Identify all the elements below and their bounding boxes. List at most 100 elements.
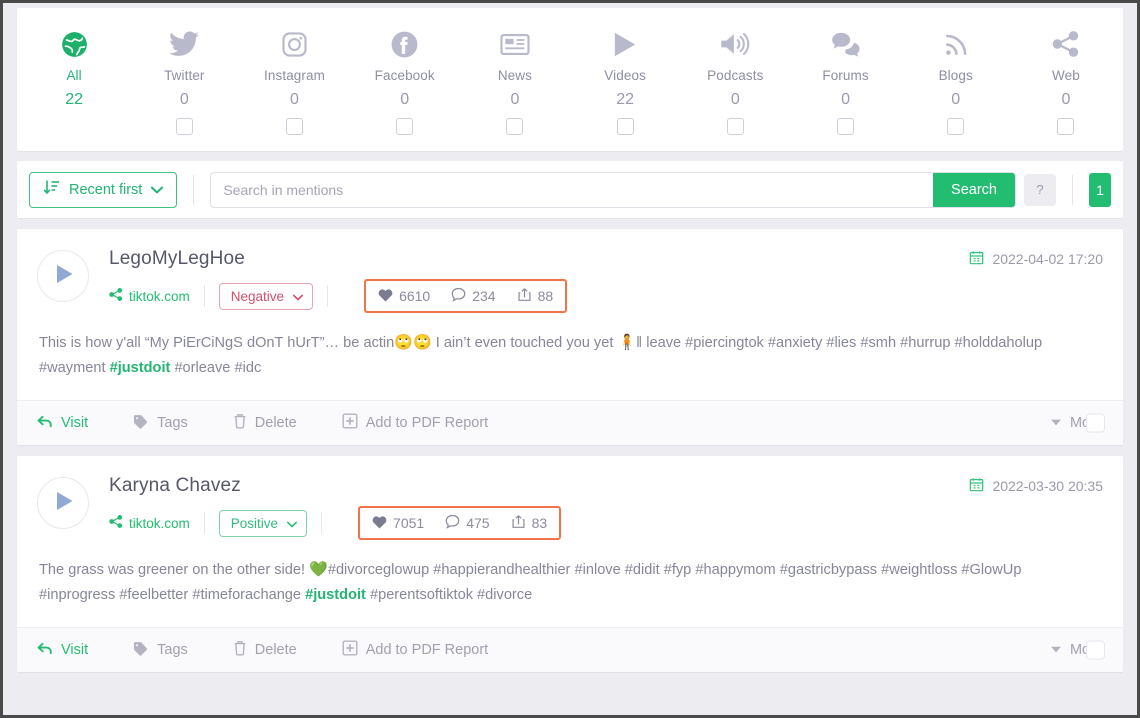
source-label: Web (1052, 68, 1080, 83)
mention-text-part: This is how y'all “My PiErCiNgS dOnT hUr… (39, 335, 395, 351)
source-tab-instagram[interactable]: Instagram 0 (239, 26, 349, 135)
source-tab-blogs[interactable]: Blogs 0 (901, 26, 1011, 135)
avatar[interactable] (37, 477, 89, 529)
search-help-button[interactable]: ? (1024, 173, 1056, 206)
mention-text-part[interactable]: #justdoit (110, 360, 171, 376)
share-arrow-icon (511, 514, 526, 532)
source-tab-all[interactable]: All 22 (19, 26, 129, 135)
mention-domain-link[interactable]: tiktok.com (109, 515, 190, 531)
search-button[interactable]: Search (933, 172, 1015, 207)
avatar[interactable] (37, 250, 89, 302)
source-checkbox[interactable] (175, 118, 193, 135)
toolbar-divider (193, 174, 195, 205)
video-icon (612, 26, 638, 62)
source-tab-web[interactable]: Web 0 (1011, 26, 1121, 135)
source-label: News (497, 68, 532, 83)
sentiment-dropdown[interactable]: Negative (218, 282, 314, 310)
source-label: Twitter (164, 68, 205, 83)
source-label: Forums (822, 68, 869, 83)
mention-domain-link[interactable]: tiktok.com (109, 288, 190, 304)
mention-author: LegoMyLegHoe (109, 248, 245, 269)
chevron-down-icon (293, 289, 304, 304)
mention-text-part: 💚 (309, 561, 328, 578)
action-label: Add to PDF Report (365, 415, 489, 431)
source-checkbox[interactable] (947, 118, 965, 135)
action-delete[interactable]: Delete (233, 413, 297, 433)
action-visit[interactable]: Visit (37, 414, 88, 433)
mention-body: LegoMyLegHoe tiktok.com Negative 6610 234 88 2… (17, 229, 1123, 400)
source-checkbox[interactable] (396, 118, 414, 135)
visit-icon (37, 641, 53, 660)
mention-header-main: LegoMyLegHoe tiktok.com Negative 6610 234 88 (109, 248, 1103, 313)
action-label: Visit (61, 642, 89, 658)
calendar-icon (969, 477, 984, 495)
source-tab-podcasts[interactable]: Podcasts 0 (680, 26, 790, 135)
source-label: Blogs (938, 68, 973, 83)
source-tab-twitter[interactable]: Twitter 0 (129, 26, 239, 135)
domain-label: tiktok.com (129, 515, 190, 531)
share-icon (1052, 26, 1080, 62)
action-tags[interactable]: Tags (133, 641, 188, 660)
search-bar: Search (210, 171, 1016, 208)
source-tab-forums[interactable]: Forums 0 (790, 26, 900, 135)
comments-count: 234 (472, 288, 496, 304)
action-label: Tags (157, 642, 188, 658)
source-checkbox[interactable] (506, 118, 524, 135)
mention-header-main: Karyna Chavez tiktok.com Positive 7051 475 83 (109, 475, 1103, 540)
domain-label: tiktok.com (129, 288, 190, 304)
comment-icon (451, 287, 466, 305)
mention-text-part: The grass was greener on the other side! (39, 562, 310, 578)
mention-select-checkbox[interactable] (1086, 413, 1105, 433)
source-count: 0 (179, 91, 189, 108)
likes-count: 7051 (393, 515, 425, 531)
stat-shares: 83 (511, 514, 547, 532)
action-label: Delete (254, 642, 297, 658)
source-label: Instagram (264, 68, 325, 83)
stat-likes: 7051 (372, 515, 424, 532)
source-count: 22 (616, 91, 635, 108)
more-icon (1050, 415, 1062, 431)
source-tab-videos[interactable]: Videos 22 (570, 26, 680, 135)
source-label: All (66, 68, 82, 83)
action-visit[interactable]: Visit (37, 641, 88, 660)
source-checkbox[interactable] (616, 118, 634, 135)
heart-icon (378, 288, 393, 305)
action-add-to-pdf-report[interactable]: Add to PDF Report (342, 640, 488, 660)
source-checkbox[interactable] (726, 118, 744, 135)
sentiment-label: Negative (230, 288, 285, 304)
action-add-to-pdf-report[interactable]: Add to PDF Report (342, 413, 489, 433)
sentiment-dropdown[interactable]: Positive (218, 509, 308, 537)
source-checkbox[interactable] (837, 118, 855, 135)
likes-count: 6610 (399, 288, 431, 304)
mention-actions: VisitTagsDeleteAdd to PDF ReportMore (17, 400, 1123, 445)
source-checkbox[interactable] (286, 118, 303, 135)
more-icon (1050, 642, 1062, 658)
sort-order-dropdown[interactable]: Recent first (29, 171, 178, 208)
source-count: 0 (1061, 91, 1071, 108)
mention-select-checkbox[interactable] (1086, 640, 1105, 660)
action-label: Delete (254, 415, 297, 431)
app-window: All 22 Twitter 0 Instagram 0 Facebook 0 News 0 Vid… (0, 0, 1140, 718)
mention-header: Karyna Chavez tiktok.com Positive 7051 475 83… (37, 475, 1103, 540)
add-to-pdf-report-icon (342, 640, 358, 660)
action-delete[interactable]: Delete (233, 640, 297, 660)
add-to-pdf-report-icon (342, 413, 358, 433)
source-tab-news[interactable]: News 0 (460, 26, 570, 135)
mention-text-part: 🙄🙄 (394, 334, 432, 351)
share-icon (109, 515, 123, 531)
mention-text: This is how y'all “My PiErCiNgS dOnT hUr… (37, 330, 1103, 400)
source-count: 0 (510, 91, 520, 108)
play-icon (52, 491, 74, 516)
source-checkbox[interactable] (1057, 118, 1075, 135)
mention-card: LegoMyLegHoe tiktok.com Negative 6610 234 88 2… (17, 229, 1123, 445)
meta-divider (203, 285, 205, 307)
page-number-badge[interactable]: 1 (1089, 172, 1111, 207)
action-tags[interactable]: Tags (133, 414, 188, 433)
mention-text-part[interactable]: #justdoit (305, 587, 366, 603)
mention-text-part: 🧍 (617, 334, 637, 351)
mention-date: 2022-03-30 20:35 (969, 477, 1103, 495)
search-input[interactable] (211, 172, 934, 207)
toolbar-divider-2 (1072, 174, 1073, 205)
source-tab-facebook[interactable]: Facebook 0 (350, 26, 460, 135)
date-label: 2022-04-02 17:20 (992, 251, 1103, 267)
